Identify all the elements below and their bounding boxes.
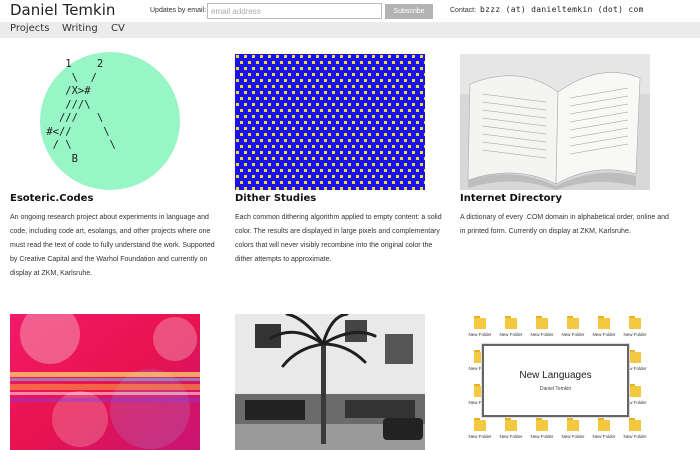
folder-label: New Folder (623, 332, 647, 337)
nav-item-projects[interactable]: Projects (10, 23, 49, 34)
folder-label: New Folder (623, 434, 647, 439)
folder-label: New Folder (592, 332, 616, 337)
site-title[interactable]: Daniel Temkin (10, 1, 115, 19)
project-title[interactable]: Dither Studies (235, 193, 316, 204)
book-thumbnail[interactable] (460, 54, 650, 190)
folder-label: New Folder (499, 332, 523, 337)
folder-label: New Folder (530, 332, 554, 337)
folder-label: New Folder (561, 434, 585, 439)
new-languages-author: Daniel Temkin (539, 386, 572, 392)
folder-label: New Folder (499, 434, 523, 439)
contact-label: Contact: (450, 7, 477, 14)
new-languages-overlay: New Languages Daniel Temkin (482, 344, 629, 417)
esoteric-code-art: 1 2 \ / /X># ///\ /// \ #<// \ / \ \ B (46, 58, 116, 165)
palm-photo-thumbnail[interactable] (235, 314, 425, 450)
folder-label: New Folder (530, 434, 554, 439)
new-languages-title: New Languages (519, 370, 592, 381)
project-title[interactable]: Esoteric.Codes (10, 193, 93, 204)
email-input[interactable] (207, 3, 382, 19)
subscribe-button[interactable]: Subscribe (385, 4, 433, 19)
folder-label: New Folder (561, 332, 585, 337)
nav-item-cv[interactable]: CV (111, 23, 125, 34)
main-nav: Projects Writing CV (0, 22, 700, 38)
folder-label: New Folder (468, 332, 492, 337)
folder-label: New Folder (468, 434, 492, 439)
contact-email: bzzz (at) danieltemkin (dot) com (480, 5, 644, 14)
project-description: An ongoing research project about experi… (10, 214, 215, 277)
folder-label: New Folder (592, 434, 616, 439)
site-header: Daniel Temkin Updates by email: Subscrib… (0, 0, 700, 22)
project-description: Each common dithering algorithm applied … (235, 214, 442, 263)
dither-thumbnail[interactable] (235, 54, 425, 190)
nav-item-writing[interactable]: Writing (62, 23, 98, 34)
project-description: A dictionary of every .COM domain in alp… (460, 214, 669, 235)
project-title[interactable]: Internet Directory (460, 193, 562, 204)
subscribe-label: Updates by email: (150, 7, 207, 14)
glitch-thumbnail[interactable] (10, 314, 200, 450)
